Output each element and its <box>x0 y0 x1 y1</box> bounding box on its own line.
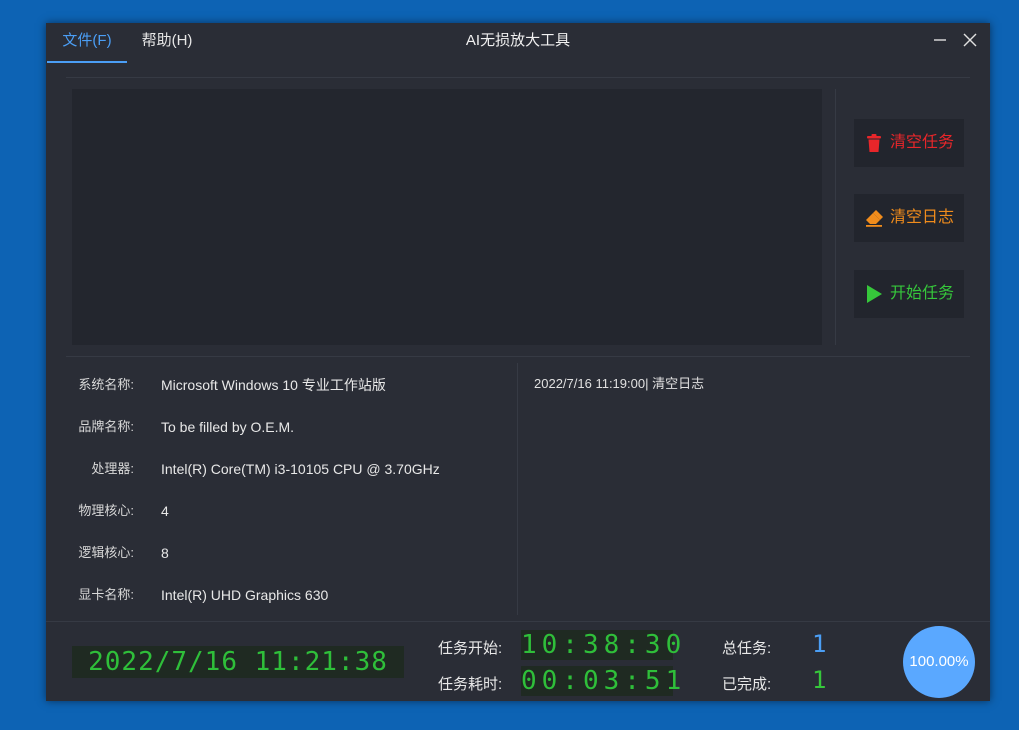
start-tasks-label: 开始任务 <box>890 285 955 302</box>
completed-label: 已完成: <box>722 676 772 693</box>
total-tasks-label: 总任务: <box>722 640 772 657</box>
task-elapsed-label: 任务耗时: <box>438 676 503 693</box>
eraser-icon <box>866 210 883 227</box>
info-label: 逻辑核心: <box>78 545 134 560</box>
divider <box>66 356 970 357</box>
info-row-os: 系统名称: Microsoft Windows 10 专业工作站版 <box>46 373 516 397</box>
image-preview-area[interactable] <box>72 89 822 345</box>
info-label: 处理器: <box>91 461 134 476</box>
task-elapsed-display: 00:03:51 <box>521 666 687 696</box>
divider <box>46 621 990 622</box>
trash-icon <box>867 134 881 152</box>
clear-tasks-button[interactable]: 清空任务 <box>854 119 964 167</box>
info-value: Intel(R) UHD Graphics 630 <box>161 587 329 603</box>
info-row-gpu: 显卡名称: Intel(R) UHD Graphics 630 <box>46 583 516 607</box>
play-icon <box>867 285 882 303</box>
log-entry: 2022/7/16 11:19:00| 清空日志 <box>534 376 705 391</box>
title-bar: 文件(F) 帮助(H) AI无损放大工具 <box>46 23 990 63</box>
clear-log-label: 清空日志 <box>890 209 955 226</box>
info-row-brand: 品牌名称: To be filled by O.E.M. <box>46 415 516 439</box>
clear-tasks-label: 清空任务 <box>890 134 955 151</box>
task-start-label: 任务开始: <box>438 640 503 657</box>
divider <box>835 89 836 345</box>
divider <box>517 363 518 615</box>
total-tasks-count: 1 <box>812 630 827 658</box>
completed-count: 1 <box>812 666 827 694</box>
info-label: 物理核心: <box>78 503 134 518</box>
datetime-display: 2022/7/16 11:21:38 <box>72 646 404 678</box>
progress-indicator: 100.00% <box>903 626 975 698</box>
info-label: 品牌名称: <box>78 419 134 434</box>
info-label: 系统名称: <box>78 377 134 392</box>
info-label: 显卡名称: <box>78 587 134 602</box>
minimize-button[interactable] <box>932 32 948 48</box>
info-row-physical-cores: 物理核心: 4 <box>46 499 516 523</box>
info-value: Microsoft Windows 10 专业工作站版 <box>161 377 386 393</box>
clear-log-button[interactable]: 清空日志 <box>854 194 964 242</box>
close-icon <box>963 33 977 47</box>
window-title: AI无损放大工具 <box>465 32 571 49</box>
divider <box>66 77 970 78</box>
start-tasks-button[interactable]: 开始任务 <box>854 270 964 318</box>
minimize-icon <box>934 39 946 41</box>
info-value: 8 <box>161 545 169 561</box>
info-value: 4 <box>161 503 169 519</box>
info-row-logical-cores: 逻辑核心: 8 <box>46 541 516 565</box>
task-start-display: 10:38:30 <box>521 630 687 660</box>
info-value: To be filled by O.E.M. <box>161 419 295 435</box>
close-button[interactable] <box>962 32 978 48</box>
app-window: 文件(F) 帮助(H) AI无损放大工具 清空任务 清空日志 开始任务 系统名称… <box>46 23 990 701</box>
info-row-cpu: 处理器: Intel(R) Core(TM) i3-10105 CPU @ 3.… <box>46 457 516 481</box>
info-value: Intel(R) Core(TM) i3-10105 CPU @ 3.70GHz <box>161 461 440 477</box>
